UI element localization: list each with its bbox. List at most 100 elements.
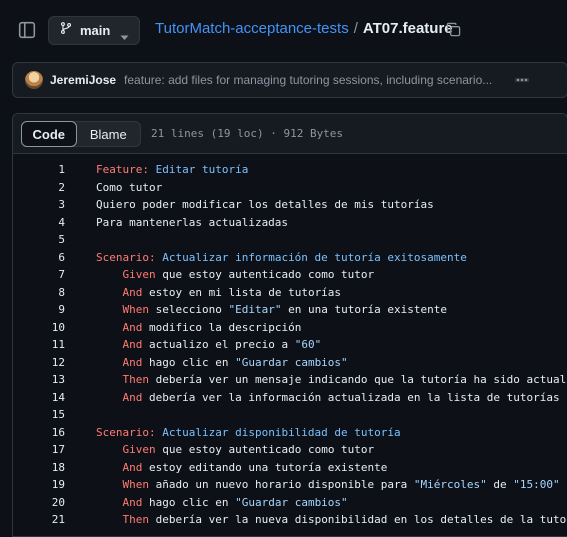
breadcrumb-repo-link[interactable]: TutorMatch-acceptance-tests bbox=[155, 20, 349, 37]
commit-message[interactable]: feature: add files for managing tutoring… bbox=[124, 73, 492, 87]
code-token: debería ver la información actualizada e… bbox=[149, 390, 560, 404]
avatar[interactable] bbox=[25, 71, 43, 89]
code-text: When añado un nuevo horario disponible p… bbox=[96, 478, 567, 491]
tab-code[interactable]: Code bbox=[21, 121, 77, 147]
code-token: Actualizar información de tutoría exitos… bbox=[162, 250, 467, 264]
branch-selector-button[interactable]: main bbox=[48, 16, 140, 45]
file-info: 21 lines (19 loc) · 912 Bytes bbox=[151, 127, 344, 140]
code-line: 6 Scenario: Actualizar información de tut… bbox=[13, 249, 567, 267]
code-line: 12 And hago clic en "Guardar cambios" bbox=[13, 354, 567, 372]
code-token: And bbox=[122, 460, 149, 474]
code-token: Feature: bbox=[96, 163, 156, 177]
code-text: Given que estoy autenticado como tutor bbox=[96, 268, 375, 281]
line-number[interactable]: 12 bbox=[13, 356, 65, 369]
line-number[interactable]: 3 bbox=[13, 198, 65, 211]
code-token: And bbox=[122, 338, 149, 352]
code-token: And bbox=[122, 320, 149, 334]
code-token: debería ver la nueva disponibilidad en l… bbox=[155, 513, 567, 527]
code-token: añado un nuevo horario disponible para bbox=[155, 478, 414, 492]
commit-author[interactable]: JeremiJose bbox=[50, 73, 116, 87]
code-text: And estoy en mi lista de tutorías bbox=[96, 285, 342, 299]
code-text: Scenario: Actualizar disponibilidad de t… bbox=[96, 426, 401, 439]
code-line: 2 Como tutor bbox=[13, 179, 567, 197]
tab-blame[interactable]: Blame bbox=[77, 122, 140, 146]
ellipsis-icon[interactable] bbox=[507, 71, 537, 89]
code-line: 16 Scenario: Actualizar disponibilidad de… bbox=[13, 424, 567, 442]
line-number[interactable]: 1 bbox=[13, 163, 65, 176]
line-number[interactable]: 20 bbox=[13, 496, 65, 509]
code-token: "Guardar cambios" bbox=[235, 495, 348, 509]
code-token: hago clic en bbox=[149, 495, 236, 509]
code-text: And hago clic en "Guardar cambios" bbox=[96, 356, 348, 369]
code-token: selecciono bbox=[155, 303, 229, 317]
code-token: "15:00" bbox=[513, 478, 560, 492]
code-line: 19 When añado un nuevo horario disponibl… bbox=[13, 476, 567, 494]
code-token: Editar tutoría bbox=[155, 163, 249, 177]
line-number[interactable]: 9 bbox=[13, 303, 65, 316]
line-number[interactable]: 14 bbox=[13, 391, 65, 404]
code-token: "60" bbox=[294, 338, 322, 352]
copy-icon[interactable] bbox=[446, 22, 461, 37]
code-token: Scenario: bbox=[96, 250, 163, 264]
code-text: And debería ver la información actualiza… bbox=[96, 391, 560, 404]
line-number[interactable]: 2 bbox=[13, 181, 65, 194]
line-number[interactable]: 10 bbox=[13, 321, 65, 334]
line-number[interactable]: 19 bbox=[13, 478, 65, 491]
code-token: "Editar" bbox=[228, 303, 282, 317]
code-text: Como tutor bbox=[96, 181, 162, 194]
code-token: Scenario: bbox=[96, 425, 163, 439]
view-mode-toggle: Code Blame bbox=[21, 121, 141, 147]
code-text: And actualizo el precio a "60" bbox=[96, 338, 322, 352]
code-text: And modifico la descripción bbox=[96, 320, 302, 334]
line-number[interactable]: 13 bbox=[13, 373, 65, 386]
code-listing[interactable]: 1 Feature: Editar tutoría 2 Como tutor 3 Quie… bbox=[13, 161, 567, 529]
top-bar: main TutorMatch-acceptance-tests / AT07.… bbox=[0, 0, 567, 58]
latest-commit-bar: JeremiJose feature: add files for managi… bbox=[12, 62, 567, 98]
line-number[interactable]: 4 bbox=[13, 216, 65, 229]
line-number[interactable]: 6 bbox=[13, 251, 65, 264]
code-line: 1 Feature: Editar tutoría bbox=[13, 161, 567, 179]
sidebar-toggle-icon[interactable] bbox=[18, 21, 36, 39]
git-branch-icon bbox=[59, 21, 73, 40]
breadcrumb-file-name: AT07.feature bbox=[362, 20, 453, 37]
code-token: When bbox=[122, 478, 156, 492]
line-number[interactable]: 8 bbox=[13, 286, 65, 299]
line-number[interactable]: 21 bbox=[13, 513, 65, 526]
line-number[interactable]: 17 bbox=[13, 443, 65, 456]
breadcrumb-separator: / bbox=[353, 20, 358, 37]
code-line: 8 And estoy en mi lista de tutorías bbox=[13, 284, 567, 302]
code-token: modifico la descripción bbox=[149, 320, 302, 334]
code-token: a bbox=[560, 478, 567, 491]
code-token: que estoy autenticado como tutor bbox=[162, 443, 375, 457]
code-token: de bbox=[486, 478, 514, 492]
code-text: Para mantenerlas actualizadas bbox=[96, 216, 288, 229]
file-viewer: Code Blame 21 lines (19 loc) · 912 Bytes… bbox=[12, 113, 567, 537]
line-number[interactable]: 16 bbox=[13, 426, 65, 439]
line-number[interactable]: 7 bbox=[13, 268, 65, 281]
code-line: 11 And actualizo el precio a "60" bbox=[13, 336, 567, 354]
line-number[interactable]: 15 bbox=[13, 408, 65, 421]
code-line: 5 bbox=[13, 231, 567, 249]
code-line: 20 And hago clic en "Guardar cambios" bbox=[13, 494, 567, 512]
code-token: Actualizar disponibilidad de tutoría bbox=[162, 425, 401, 439]
code-token: debería ver un mensaje indicando que la … bbox=[155, 373, 567, 387]
code-token: en una tutoría existente bbox=[281, 303, 448, 317]
code-text: And hago clic en "Guardar cambios" bbox=[96, 496, 348, 509]
code-line: 21 Then debería ver la nueva disponibili… bbox=[13, 511, 567, 529]
code-line: 3 Quiero poder modificar los detalles de … bbox=[13, 196, 567, 214]
code-line: 14 And debería ver la información actual… bbox=[13, 389, 567, 407]
code-token: And bbox=[122, 285, 149, 299]
line-number[interactable]: 5 bbox=[13, 233, 65, 246]
line-number[interactable]: 11 bbox=[13, 338, 65, 351]
line-number[interactable]: 18 bbox=[13, 461, 65, 474]
